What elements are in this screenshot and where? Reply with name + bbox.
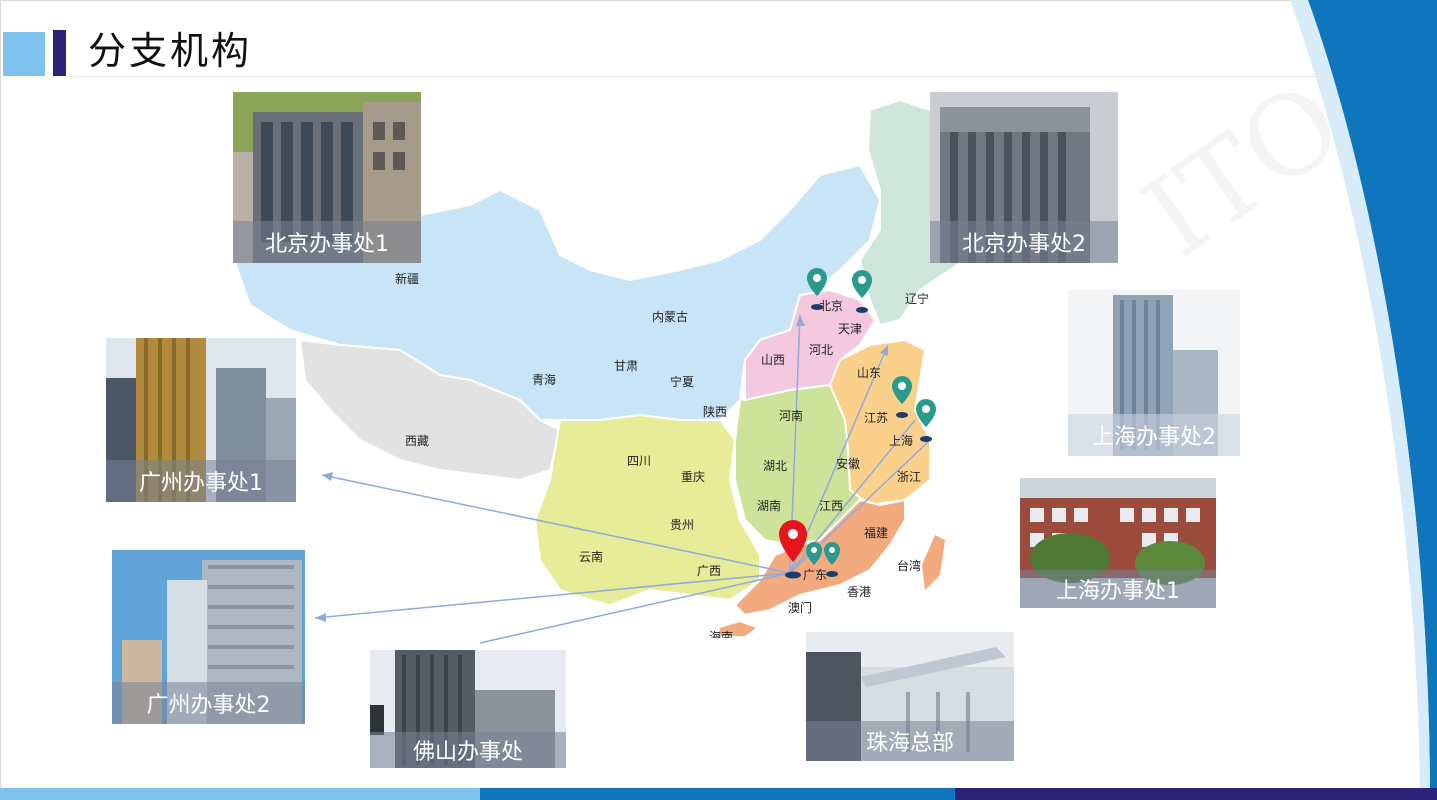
bottom-color-bar [0, 788, 1437, 800]
province-label: 山东 [857, 366, 882, 380]
office-caption: 广州办事处1 [106, 460, 296, 502]
province-label: 广东 [803, 568, 828, 582]
province-label: 西藏 [405, 434, 430, 448]
province-label: 海南 [709, 630, 734, 638]
office-caption: 上海办事处1 [1020, 570, 1216, 608]
province-label: 江西 [819, 499, 844, 513]
office-caption: 佛山办事处 [370, 732, 566, 768]
office-photo-zh: 珠海总部 [806, 632, 1014, 761]
office-photo-bj2: 北京办事处2 [930, 92, 1118, 263]
province-label: 江苏 [864, 411, 889, 425]
office-photo-gz1: 广州办事处1 [106, 338, 296, 502]
region-taiwan [922, 535, 945, 590]
province-label: 福建 [864, 526, 889, 540]
office-photo-gz2: 广州办事处2 [112, 550, 305, 724]
province-label: 广西 [697, 564, 722, 578]
province-label: 辽宁 [905, 292, 930, 306]
province-label: 台湾 [897, 559, 922, 573]
province-label: 澳门 [788, 601, 813, 615]
office-caption: 广州办事处2 [112, 682, 305, 724]
province-label: 河北 [809, 343, 834, 357]
office-caption: 上海办事处2 [1068, 414, 1240, 456]
province-label: 浙江 [897, 470, 922, 484]
province-label: 重庆 [681, 470, 706, 484]
province-label: 青海 [532, 373, 557, 387]
province-label: 天津 [838, 322, 863, 336]
office-photo-sh1: 上海办事处1 [1020, 478, 1216, 608]
office-photo-bj1: 北京办事处1 [233, 92, 421, 263]
office-photo-fs: 佛山办事处 [370, 650, 566, 768]
province-label: 上海 [889, 434, 914, 448]
province-label: 陕西 [703, 405, 728, 419]
office-caption: 北京办事处2 [930, 221, 1118, 263]
province-label: 香港 [847, 585, 872, 599]
province-label: 河南 [779, 409, 804, 423]
office-caption: 珠海总部 [806, 721, 1014, 761]
province-label: 湖北 [763, 459, 788, 473]
office-photo-sh2: 上海办事处2 [1068, 290, 1240, 456]
province-label: 内蒙古 [652, 310, 689, 324]
region-southwest [533, 413, 761, 607]
province-label: 新疆 [395, 272, 420, 286]
province-label: 北京 [819, 299, 844, 313]
province-label: 四川 [627, 454, 652, 468]
province-label: 湖南 [757, 499, 782, 513]
province-label: 贵州 [670, 518, 695, 532]
province-label: 山西 [761, 353, 786, 367]
office-caption: 北京办事处1 [233, 221, 421, 263]
province-label: 安徽 [836, 457, 861, 471]
province-label: 宁夏 [670, 375, 695, 389]
province-label: 甘肃 [614, 359, 639, 373]
province-label: 云南 [579, 550, 604, 564]
